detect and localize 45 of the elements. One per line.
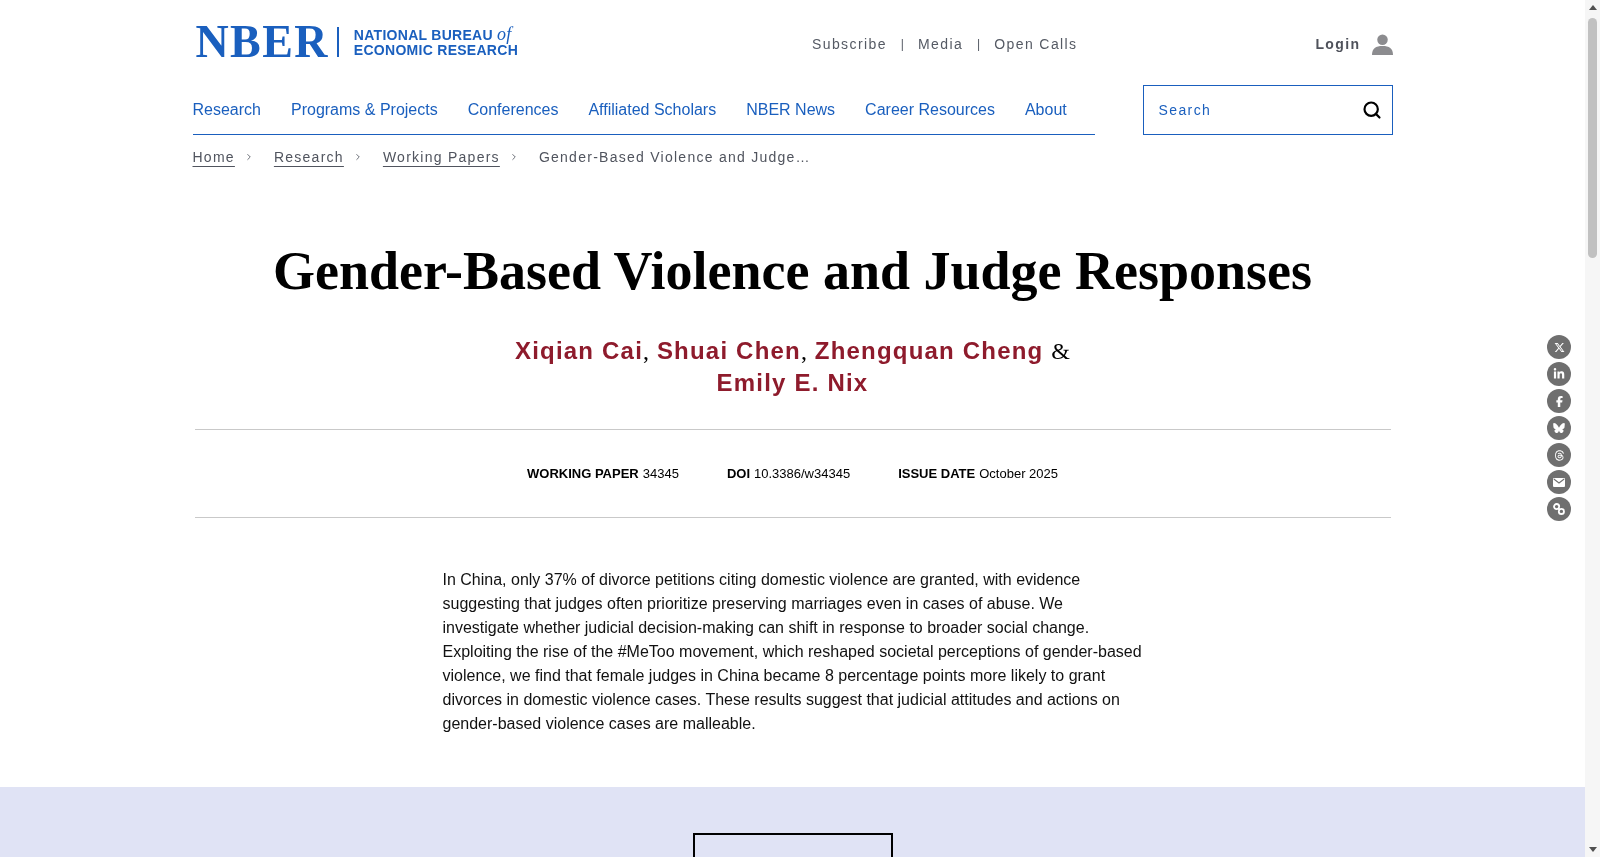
- in-logo-icon[interactable]: [1547, 362, 1571, 386]
- nav-link[interactable]: About: [1024, 97, 1067, 122]
- author-link[interactable]: Xiqian Cai: [515, 337, 644, 364]
- nber-logo[interactable]: NBER NATIONAL BUREAU of ECONOMIC RESEARCH: [195, 26, 519, 58]
- author-link[interactable]: Zhengquan Cheng: [814, 337, 1044, 364]
- nav-link[interactable]: Career Resources: [865, 97, 995, 122]
- scrollbar[interactable]: [1585, 0, 1600, 857]
- nav-link[interactable]: NBER News: [746, 97, 836, 122]
- utility-link[interactable]: Media: [917, 33, 964, 55]
- search-icon[interactable]: [1361, 100, 1382, 120]
- author-list: Xiqian Cai, Shuai Chen, Zhengquan Cheng & Emily E. Nix: [452, 335, 1133, 399]
- search-field[interactable]: Search: [1142, 85, 1393, 135]
- author-link[interactable]: Shuai Chen: [656, 337, 801, 364]
- breadcrumb-current: Gender-Based Violence and Judge…: [538, 148, 811, 167]
- meta-value: 34345: [642, 464, 679, 483]
- nav-link[interactable]: Programs & Projects: [291, 97, 438, 122]
- link-separator: |: [900, 36, 904, 53]
- at-sign-icon[interactable]: [1547, 443, 1571, 467]
- nav-link[interactable]: Conferences: [467, 97, 559, 122]
- chain-link-icon[interactable]: [1547, 497, 1571, 521]
- utility-link[interactable]: Open Calls: [994, 33, 1078, 55]
- breadcrumb-link[interactable]: Working Papers: [382, 147, 500, 167]
- f-logo-icon[interactable]: [1547, 389, 1571, 413]
- x-logo-icon[interactable]: [1547, 335, 1571, 359]
- butterfly-icon[interactable]: [1547, 416, 1571, 440]
- meta-value: October 2025: [979, 464, 1058, 483]
- caret-down-icon[interactable]: [1588, 847, 1597, 852]
- meta-label: DOI: [726, 464, 750, 483]
- abstract-text: In China, only 37% of divorce petitions citing domestic violence are granted, with evidence suggesting that judges often prioritize preserving marriages even in cases of abuse. We investigate whether judicial decision-making can shift in response to broader social change. Exploiting the rise of the #MeToo movement, which reshaped societal perceptions of gender-based violence, we find that female judges in China became 8 percentage points more likely to grant divorces in domestic violence cases. These results suggest that judicial attitudes and actions on gender-based violence cases are malleable.: [442, 570, 1143, 734]
- envelope-icon[interactable]: [1547, 470, 1571, 494]
- utility-link[interactable]: Subscribe: [812, 33, 887, 55]
- user-icon: [1371, 33, 1393, 55]
- breadcrumb-link[interactable]: Home: [192, 147, 235, 167]
- link-separator: |: [977, 36, 981, 53]
- meta-value: 10.3386/w34345: [754, 464, 851, 483]
- nav-link[interactable]: Research: [192, 97, 261, 122]
- nav-link[interactable]: Affiliated Scholars: [588, 97, 717, 122]
- meta-label: ISSUE DATE: [898, 464, 976, 483]
- breadcrumb-link[interactable]: Research: [273, 147, 344, 167]
- paper-title: Gender-Based Violence and Judge Responses: [271, 241, 1314, 301]
- caret-up-icon[interactable]: [1588, 5, 1597, 10]
- scrollbar-thumb[interactable]: [1588, 18, 1597, 258]
- meta-label: WORKING PAPER: [527, 464, 639, 483]
- login-link[interactable]: Login: [1315, 33, 1393, 55]
- author-link[interactable]: Emily E. Nix: [716, 369, 869, 396]
